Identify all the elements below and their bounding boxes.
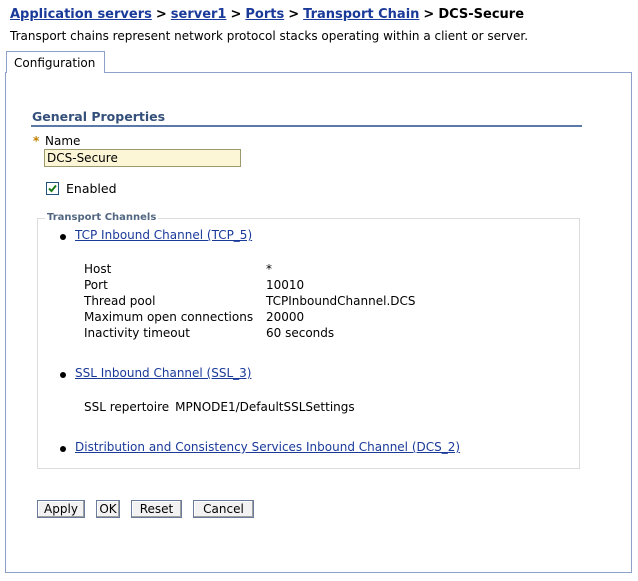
- enabled-checkbox[interactable]: [46, 182, 59, 195]
- ssl-repertoire-label: SSL repertoire: [84, 400, 170, 414]
- breadcrumb-link-server1[interactable]: server1: [171, 7, 227, 22]
- bullet-icon: [60, 446, 66, 452]
- host-label: Host: [84, 262, 112, 276]
- breadcrumb-link-ports[interactable]: Ports: [245, 7, 284, 22]
- breadcrumb-separator: >: [155, 7, 167, 22]
- inactivity-timeout-value: 60 seconds: [266, 326, 335, 340]
- max-open-connections-label: Maximum open connections: [84, 310, 254, 324]
- transport-channels-legend: Transport Channels: [45, 212, 159, 223]
- name-input[interactable]: [44, 149, 241, 167]
- bullet-icon: [60, 234, 66, 240]
- ssl-repertoire-value: MPNODE1/DefaultSSLSettings: [175, 400, 355, 414]
- breadcrumb-separator: >: [423, 7, 435, 22]
- section-title-general-properties: General Properties: [32, 109, 166, 124]
- name-label: Name: [45, 134, 81, 148]
- thread-pool-value: TCPInboundChannel.DCS: [266, 294, 416, 308]
- max-open-connections-value: 20000: [266, 310, 305, 324]
- ok-button[interactable]: OK: [96, 500, 120, 518]
- dcs-inbound-channel-link[interactable]: Distribution and Consistency Services In…: [75, 440, 460, 454]
- transport-channels-group: [37, 218, 580, 469]
- breadcrumb-separator: >: [288, 7, 300, 22]
- cancel-button[interactable]: Cancel: [193, 500, 254, 518]
- enabled-label: Enabled: [66, 181, 117, 196]
- reset-button[interactable]: Reset: [131, 500, 182, 518]
- host-value: *: [266, 262, 272, 276]
- tab-configuration[interactable]: Configuration: [6, 51, 105, 73]
- breadcrumb-separator: >: [230, 7, 242, 22]
- tcp-inbound-channel-link[interactable]: TCP Inbound Channel (TCP_5): [75, 228, 252, 242]
- breadcrumb-link-application-servers[interactable]: Application servers: [10, 7, 152, 22]
- breadcrumb-link-transport-chain[interactable]: Transport Chain: [303, 7, 419, 22]
- port-value: 10010: [266, 278, 305, 292]
- bullet-icon: [60, 372, 66, 378]
- inactivity-timeout-label: Inactivity timeout: [84, 326, 190, 340]
- required-marker: *: [33, 134, 40, 148]
- apply-button[interactable]: Apply: [37, 500, 85, 518]
- ssl-inbound-channel-link[interactable]: SSL Inbound Channel (SSL_3): [75, 366, 251, 380]
- thread-pool-label: Thread pool: [84, 294, 156, 308]
- breadcrumb: Application servers > server1 > Ports > Transp…: [10, 7, 524, 22]
- section-divider: [31, 125, 582, 127]
- page-description: Transport chains represent network proto…: [10, 29, 529, 43]
- port-label: Port: [84, 278, 108, 292]
- breadcrumb-current: DCS-Secure: [438, 7, 525, 22]
- checkmark-icon: [48, 184, 57, 193]
- ssl-repertoire-row: SSL repertoire MPNODE1/DefaultSSLSettings: [84, 400, 355, 414]
